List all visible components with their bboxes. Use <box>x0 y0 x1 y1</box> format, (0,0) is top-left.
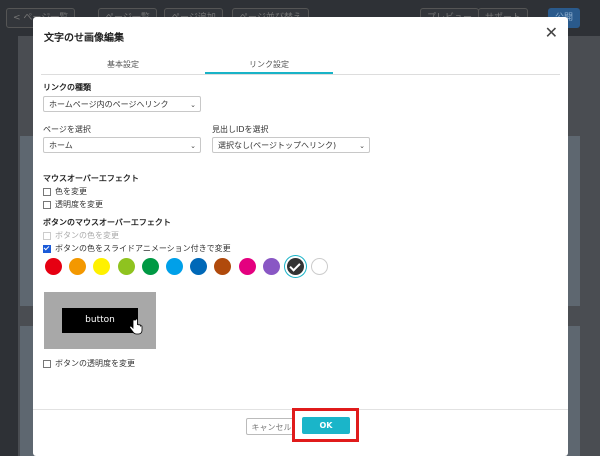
color-swatch[interactable] <box>238 258 256 275</box>
button-slide-animation-label: ボタンの色をスライドアニメーション付きで変更 <box>55 244 231 253</box>
color-swatch[interactable] <box>214 258 232 275</box>
change-color-label: 色を変更 <box>55 187 87 196</box>
color-swatch[interactable] <box>93 258 111 275</box>
button-opacity-option[interactable]: ボタンの透明度を変更 <box>43 358 135 369</box>
checkbox[interactable] <box>43 187 51 196</box>
link-type-select[interactable]: ホームページ内のページへリンク ⌄ <box>43 96 201 112</box>
tab-bar: 基本設定 リンク設定 <box>41 56 560 75</box>
tab-link-settings[interactable]: リンク設定 <box>205 56 333 74</box>
text-image-edit-dialog: 文字のせ画像編集 ✕ 基本設定 リンク設定 リンクの種類 ホームページ内のページ… <box>33 17 568 456</box>
heading-id-label: 見出しIDを選択 <box>212 125 269 134</box>
chevron-down-icon: ⌄ <box>359 142 365 150</box>
change-opacity-option[interactable]: 透明度を変更 <box>43 199 103 210</box>
cancel-button[interactable]: キャンセル <box>246 418 297 435</box>
color-swatch[interactable] <box>45 258 62 275</box>
heading-id-value: 選択なし(ページトップへリンク) <box>218 141 337 150</box>
page-select-label: ページを選択 <box>43 125 91 134</box>
checkbox <box>43 231 51 240</box>
button-change-color-label: ボタンの色を変更 <box>55 231 119 240</box>
color-swatch[interactable] <box>287 258 304 275</box>
button-mouseover-effect-label: ボタンのマウスオーバーエフェクト <box>43 218 171 227</box>
color-swatch[interactable] <box>141 258 159 275</box>
hand-cursor-icon <box>129 319 143 335</box>
checkbox[interactable] <box>43 200 51 209</box>
change-opacity-label: 透明度を変更 <box>55 200 103 209</box>
ok-highlight-frame: OK <box>292 408 359 442</box>
color-swatch[interactable] <box>166 258 183 275</box>
change-color-option[interactable]: 色を変更 <box>43 186 87 197</box>
check-icon <box>289 260 301 272</box>
button-change-color-option: ボタンの色を変更 <box>43 230 119 241</box>
dialog-title: 文字のせ画像編集 <box>44 33 124 44</box>
button-slide-animation-option[interactable]: ボタンの色をスライドアニメーション付きで変更 <box>43 243 231 254</box>
chevron-down-icon: ⌄ <box>190 142 196 150</box>
link-type-value: ホームページ内のページへリンク <box>49 100 169 109</box>
chevron-down-icon: ⌄ <box>190 101 196 109</box>
close-icon[interactable]: ✕ <box>545 25 558 41</box>
tab-basic-settings[interactable]: 基本設定 <box>41 56 205 73</box>
page-select[interactable]: ホーム ⌄ <box>43 137 201 153</box>
color-swatch[interactable] <box>311 258 329 275</box>
checkbox[interactable] <box>43 359 51 368</box>
link-type-label: リンクの種類 <box>43 83 91 92</box>
background-sidebar <box>0 36 18 456</box>
color-swatch[interactable] <box>69 258 87 275</box>
button-preview: button <box>44 292 156 349</box>
mouseover-effect-label: マウスオーバーエフェクト <box>43 174 139 183</box>
heading-id-select[interactable]: 選択なし(ページトップへリンク) ⌄ <box>212 137 370 153</box>
preview-button: button <box>62 308 138 333</box>
color-swatch[interactable] <box>117 258 135 275</box>
ok-button[interactable]: OK <box>302 417 350 434</box>
page-select-value: ホーム <box>49 141 73 150</box>
color-swatch[interactable] <box>262 258 280 275</box>
button-opacity-label: ボタンの透明度を変更 <box>55 359 135 368</box>
checkbox-checked[interactable] <box>43 244 51 253</box>
color-swatch[interactable] <box>190 258 208 275</box>
